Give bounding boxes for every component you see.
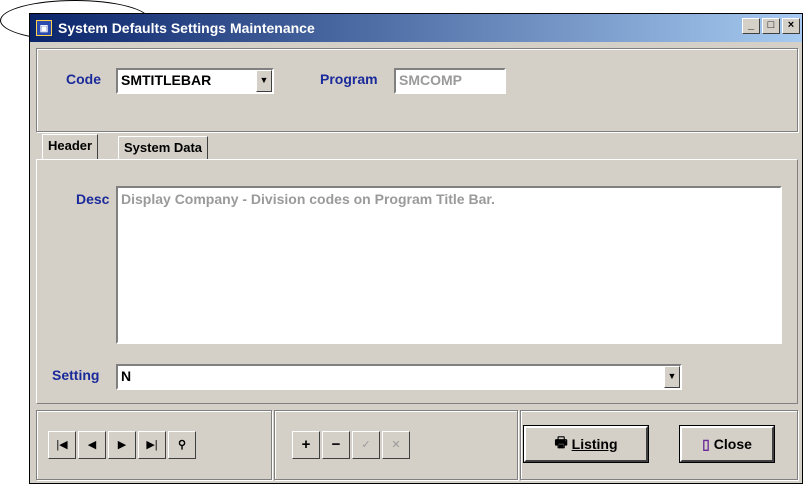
setting-value: N — [121, 368, 132, 384]
program-label: Program — [320, 71, 378, 87]
chevron-down-icon[interactable]: ▼ — [256, 70, 272, 92]
close-label: Close — [713, 436, 752, 452]
close-button[interactable]: ▯ Close — [679, 425, 775, 463]
chevron-down-icon[interactable]: ▼ — [664, 366, 680, 388]
maximize-button[interactable]: □ — [762, 18, 780, 34]
add-record-button[interactable]: + — [292, 431, 320, 459]
delete-record-button[interactable]: − — [322, 431, 350, 459]
door-icon: ▯ — [702, 435, 710, 452]
code-value: SMTITLEBAR — [121, 72, 212, 88]
prev-record-button[interactable]: ◀ — [78, 431, 106, 459]
setting-label: Setting — [52, 367, 100, 383]
accept-button[interactable]: ✓ — [352, 431, 380, 459]
listing-button[interactable]: 🖶 Listing — [523, 425, 649, 463]
app-icon[interactable]: ▣ — [36, 20, 52, 36]
next-record-button[interactable]: ▶ — [108, 431, 136, 459]
find-button[interactable]: ⚲ — [168, 431, 196, 459]
tab-header[interactable]: Header — [42, 134, 99, 160]
code-label: Code — [66, 71, 101, 87]
window-title: System Defaults Settings Maintenance — [58, 20, 315, 36]
setting-dropdown[interactable]: N ▼ — [116, 364, 682, 390]
listing-label: Listing — [571, 436, 618, 452]
desc-textarea[interactable]: Display Company - Division codes on Prog… — [116, 186, 782, 344]
binoculars-icon: ⚲ — [177, 439, 187, 451]
main-window: ▣ System Defaults Settings Maintenance _… — [29, 13, 803, 484]
program-field[interactable]: SMCOMP — [394, 68, 506, 94]
desc-label: Desc — [76, 191, 110, 207]
printer-icon: 🖶 — [554, 434, 568, 450]
tab-system-data[interactable]: System Data — [118, 136, 209, 160]
minimize-button[interactable]: _ — [742, 18, 760, 34]
code-dropdown[interactable]: SMTITLEBAR ▼ — [116, 68, 274, 94]
close-window-button[interactable]: × — [782, 18, 800, 34]
cancel-button[interactable]: ✕ — [382, 431, 410, 459]
last-record-button[interactable]: ▶| — [138, 431, 166, 459]
first-record-button[interactable]: |◀ — [48, 431, 76, 459]
title-bar[interactable]: ▣ System Defaults Settings Maintenance _… — [30, 14, 802, 42]
